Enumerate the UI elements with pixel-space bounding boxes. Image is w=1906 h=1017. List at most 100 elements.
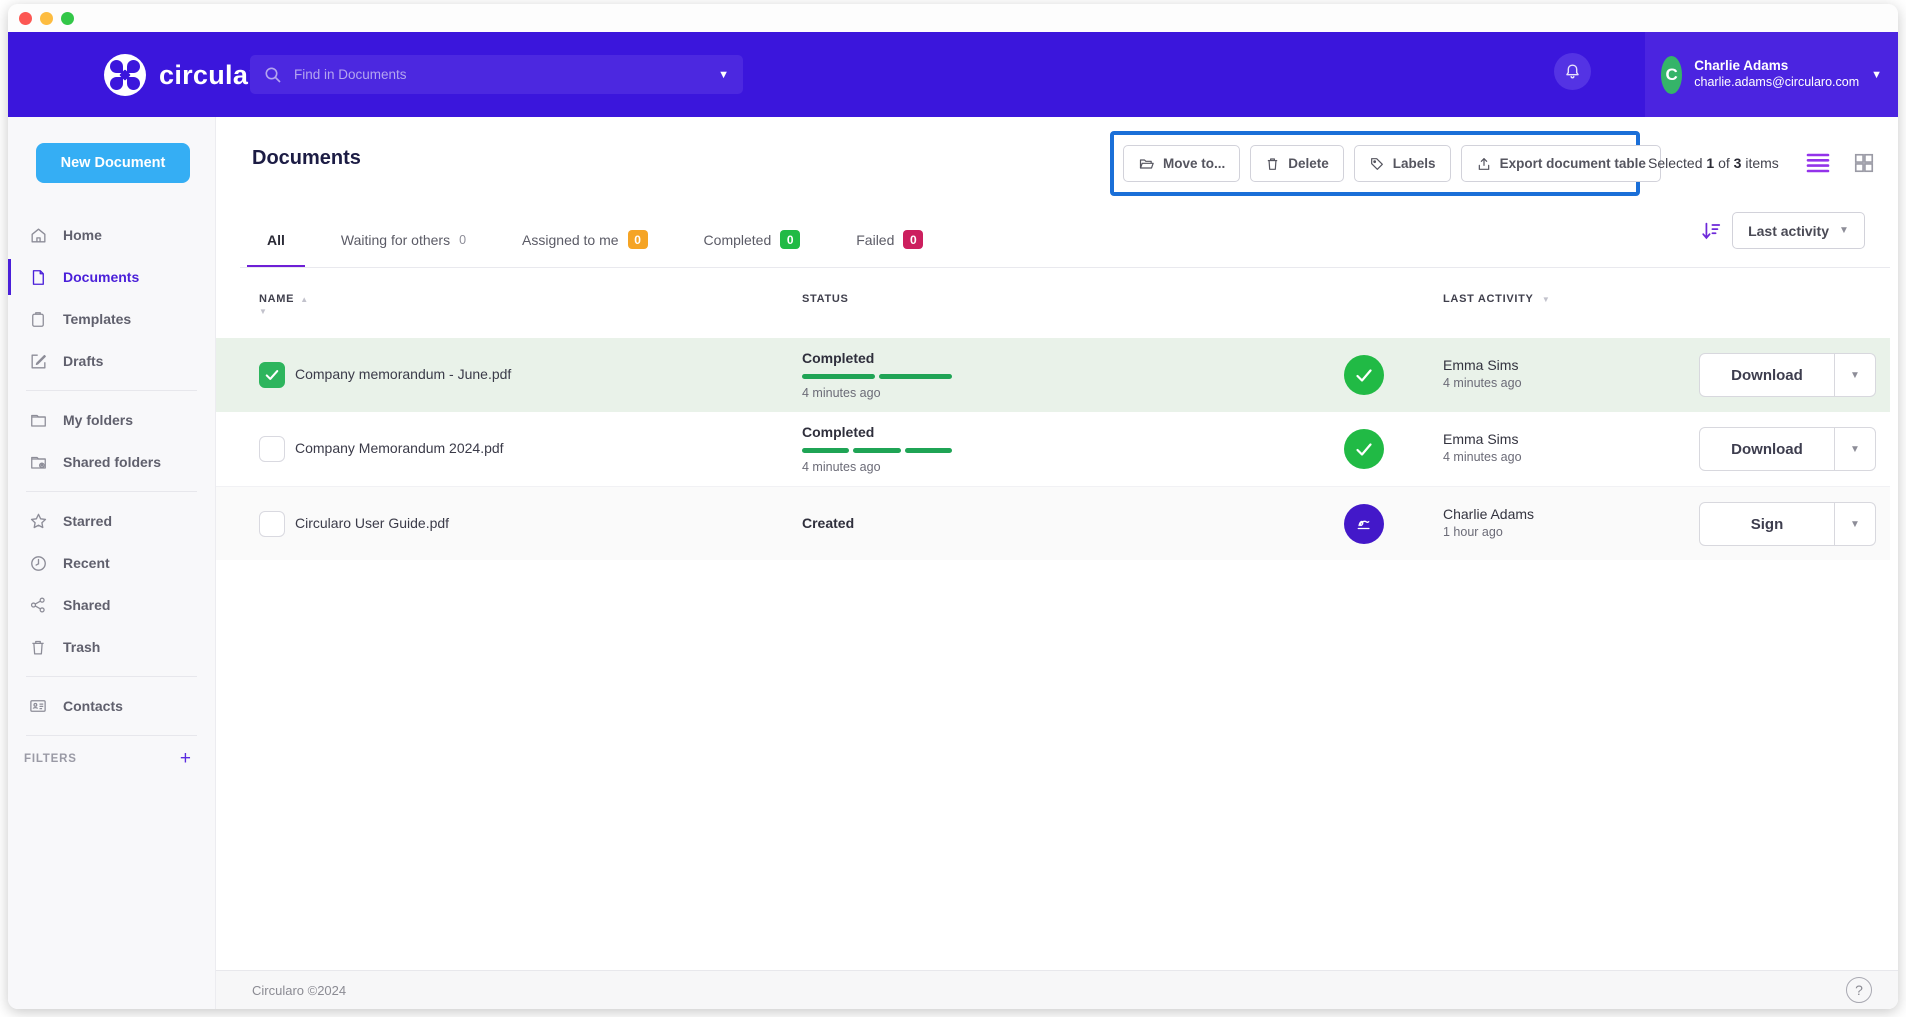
- progress-bar: [802, 374, 952, 379]
- table-row[interactable]: Circularo User Guide.pdf Created Charlie…: [216, 486, 1890, 560]
- download-button[interactable]: Download: [1700, 428, 1834, 470]
- new-document-button[interactable]: New Document: [36, 143, 190, 183]
- tab-count-badge: 0: [903, 230, 923, 249]
- document-name[interactable]: Circularo User Guide.pdf: [295, 515, 449, 531]
- trash-icon: [1265, 156, 1280, 172]
- sidebar-item-templates[interactable]: Templates: [8, 298, 215, 340]
- tab-count-badge: 0: [628, 230, 648, 249]
- sidebar-item-recent[interactable]: Recent: [8, 542, 215, 584]
- sidebar-nav: Home Documents Templates Drafts My folde…: [8, 214, 215, 744]
- selected-count: 1: [1706, 155, 1714, 171]
- sidebar-item-contacts[interactable]: Contacts: [8, 685, 215, 727]
- search-scope-caret-icon[interactable]: ▼: [718, 69, 729, 81]
- bulk-actions-toolbar-highlight: Move to... Delete Labels Export document…: [1110, 131, 1640, 196]
- activity-time: 1 hour ago: [1443, 524, 1534, 541]
- close-window-button[interactable]: [19, 12, 32, 25]
- total-count: 3: [1734, 155, 1742, 171]
- app-window: circularo Find in Documents ▼ C Charlie …: [8, 4, 1898, 1009]
- column-header-status: STATUS: [802, 293, 849, 305]
- grid-view-button[interactable]: [1852, 152, 1876, 174]
- status-label: Completed: [802, 424, 952, 440]
- status-label: Created: [802, 515, 952, 531]
- column-header-name[interactable]: NAME▲▼: [259, 293, 308, 317]
- document-name[interactable]: Company memorandum - June.pdf: [295, 366, 511, 382]
- delete-button[interactable]: Delete: [1250, 145, 1344, 182]
- progress-bar: [802, 448, 952, 453]
- row-checkbox[interactable]: [259, 362, 285, 388]
- chevron-down-icon: ▼: [1540, 295, 1550, 304]
- document-icon: [28, 267, 48, 287]
- table-row[interactable]: Company Memorandum 2024.pdf Completed 4 …: [216, 412, 1890, 486]
- sidebar-item-label: Starred: [63, 513, 112, 529]
- sidebar-item-label: Recent: [63, 555, 110, 571]
- download-options-caret[interactable]: ▼: [1834, 354, 1875, 396]
- sidebar-item-starred[interactable]: Starred: [8, 500, 215, 542]
- tab-count-badge: 0: [780, 230, 800, 249]
- sidebar-divider: [26, 735, 197, 736]
- circularo-logo-icon: [104, 54, 146, 96]
- tab-assigned-to-me[interactable]: Assigned to me 0: [502, 222, 668, 267]
- home-icon: [28, 225, 48, 245]
- activity-time: 4 minutes ago: [1443, 375, 1522, 392]
- row-checkbox[interactable]: [259, 436, 285, 462]
- sidebar-item-documents[interactable]: Documents: [8, 256, 215, 298]
- sidebar-item-my-folders[interactable]: My folders: [8, 399, 215, 441]
- tag-icon: [1369, 156, 1385, 172]
- sidebar-item-label: Contacts: [63, 698, 123, 714]
- user-menu[interactable]: C Charlie Adams charlie.adams@circularo.…: [1645, 32, 1898, 117]
- sidebar-item-home[interactable]: Home: [8, 214, 215, 256]
- download-options-caret[interactable]: ▼: [1834, 428, 1875, 470]
- column-header-last-activity[interactable]: LAST ACTIVITY ▼: [1443, 293, 1550, 305]
- sort-direction-icon[interactable]: [1700, 220, 1722, 242]
- document-name[interactable]: Company Memorandum 2024.pdf: [295, 440, 504, 456]
- sign-split-button: Sign ▼: [1699, 502, 1876, 546]
- sign-options-caret[interactable]: ▼: [1834, 503, 1875, 545]
- tab-waiting-for-others[interactable]: Waiting for others 0: [321, 222, 486, 267]
- folder-open-icon: [1138, 156, 1155, 172]
- tab-all[interactable]: All: [247, 222, 305, 267]
- sort-by-dropdown[interactable]: Last activity ▼: [1732, 212, 1865, 249]
- trash-icon: [28, 637, 48, 657]
- star-icon: [28, 511, 48, 531]
- sidebar-item-label: My folders: [63, 412, 133, 428]
- minimize-window-button[interactable]: [40, 12, 53, 25]
- copyright-text: Circularo ©2024: [252, 983, 346, 998]
- main-content: Documents Move to... Delete Labels Expor…: [216, 117, 1898, 1009]
- export-document-table-button[interactable]: Export document table: [1461, 145, 1661, 182]
- move-to-button[interactable]: Move to...: [1123, 145, 1240, 182]
- download-split-button: Download ▼: [1699, 427, 1876, 471]
- sidebar-divider: [26, 390, 197, 391]
- sidebar: New Document Home Documents Templates Dr…: [8, 117, 216, 1009]
- sidebar-item-label: Shared: [63, 597, 110, 613]
- maximize-window-button[interactable]: [61, 12, 74, 25]
- sign-button[interactable]: Sign: [1700, 503, 1834, 545]
- folder-icon: [28, 410, 48, 430]
- sidebar-item-shared-folders[interactable]: Shared folders: [8, 441, 215, 483]
- sidebar-item-shared[interactable]: Shared: [8, 584, 215, 626]
- table-row[interactable]: Company memorandum - June.pdf Completed …: [216, 338, 1890, 412]
- status-time: 4 minutes ago: [802, 460, 952, 474]
- help-button[interactable]: ?: [1846, 977, 1872, 1003]
- list-view-button[interactable]: [1806, 152, 1830, 174]
- tab-completed[interactable]: Completed 0: [684, 222, 821, 267]
- clipboard-icon: [28, 309, 48, 329]
- row-checkbox[interactable]: [259, 511, 285, 537]
- search-input[interactable]: Find in Documents ▼: [250, 55, 743, 94]
- status-signature-icon: [1344, 504, 1384, 544]
- labels-button[interactable]: Labels: [1354, 145, 1451, 182]
- sidebar-item-trash[interactable]: Trash: [8, 626, 215, 668]
- actor-name: Emma Sims: [1443, 430, 1522, 449]
- add-filter-button[interactable]: +: [180, 748, 191, 770]
- page-title: Documents: [252, 147, 361, 170]
- footer: Circularo ©2024 ?: [216, 970, 1898, 1009]
- download-button[interactable]: Download: [1700, 354, 1834, 396]
- sidebar-item-label: Documents: [63, 269, 139, 285]
- user-menu-caret-icon[interactable]: ▼: [1871, 69, 1882, 81]
- tab-failed[interactable]: Failed 0: [836, 222, 943, 267]
- download-split-button: Download ▼: [1699, 353, 1876, 397]
- filters-label: FILTERS: [24, 753, 77, 765]
- document-list: Company memorandum - June.pdf Completed …: [216, 338, 1890, 560]
- sidebar-item-drafts[interactable]: Drafts: [8, 340, 215, 382]
- search-icon: [264, 66, 282, 84]
- notifications-button[interactable]: [1554, 53, 1591, 90]
